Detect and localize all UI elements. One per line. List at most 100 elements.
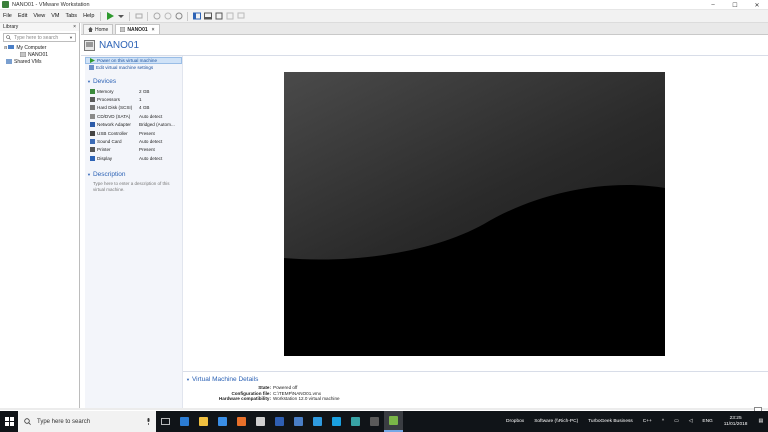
tree-item-shared-vms[interactable]: Shared VMs [0,58,79,65]
library-panel: Library × Type here to search ▼ ⊟ My Com… [0,23,80,408]
title-bar: NANO01 - VMware Workstation – ☐ ✕ [0,0,768,10]
thumbnail-bar-button[interactable] [203,12,212,21]
taskbar-app-vmware[interactable] [384,411,403,432]
search-icon [6,35,11,40]
tab-nano01[interactable]: NANO01 × [115,24,160,34]
network-icon[interactable]: ▭ [674,419,679,424]
taskbar-app-mail[interactable] [251,411,270,432]
maximize-button[interactable]: ☐ [724,0,746,10]
photos-icon [294,417,303,426]
menu-help[interactable]: Help [80,13,97,19]
device-row[interactable]: Processors 1 [85,95,182,103]
notifications-icon[interactable]: ▤ [758,419,763,424]
device-name: CD/DVD (SATA) [97,113,131,119]
taskbar-app-app-blue[interactable] [270,411,289,432]
collapse-icon[interactable]: ⊟ [4,45,7,50]
taskbar-app-firefox[interactable] [232,411,251,432]
unity-button[interactable] [225,12,234,21]
device-row[interactable]: USB Controller Present [85,129,182,137]
vm-screen-thumbnail [284,72,665,356]
description-field[interactable]: Type here to enter a description of this… [85,180,182,194]
tab-close-button[interactable]: × [152,27,155,33]
library-header: Library × [0,23,79,31]
clock-icon [153,12,161,20]
task-view-button[interactable] [156,411,175,432]
menu-file[interactable]: File [0,13,15,19]
taskbar-app-photos[interactable] [289,411,308,432]
device-name: Hard Disk (SCSI) [97,105,133,111]
library-search-placeholder: Type here to search [14,34,59,41]
device-row[interactable]: Sound Card Auto detect [85,137,182,145]
taskbar-search-box[interactable]: Type here to search [18,411,156,432]
close-button[interactable]: ✕ [746,0,768,10]
start-button[interactable] [0,411,18,432]
device-row[interactable]: Network Adapter Bridged (Autom... [85,121,182,129]
taskbar-app-app-teal[interactable] [346,411,365,432]
device-row[interactable]: Memory 2 GB [85,87,182,95]
vm-preview-screen[interactable] [284,72,665,356]
taskbar-app-edge[interactable] [175,411,194,432]
device-row[interactable]: Hard Disk (SCSI) 4 GB [85,104,182,112]
taskbar-app-store[interactable] [213,411,232,432]
windows-logo-icon [4,417,14,426]
details-section-header[interactable]: ▼ Virtual Machine Details [186,376,768,383]
vm-header: NANO01 [84,37,139,53]
device-name: Printer [97,147,111,153]
menu-edit[interactable]: Edit [15,13,30,19]
menu-view[interactable]: View [30,13,48,19]
device-row[interactable]: Display Auto detect [85,154,182,162]
microphone-icon[interactable] [146,418,151,425]
taskbar-clock[interactable]: 23:25 11/01/2018 [724,416,748,428]
taskbar-app-skype[interactable] [327,411,346,432]
library-search-input[interactable]: Type here to search ▼ [3,33,76,42]
device-value: 4 GB [139,105,150,111]
store-icon [218,417,227,426]
snapshot-button[interactable] [152,12,161,21]
tray-language[interactable]: ENG [702,419,712,424]
fullscreen-icon [215,12,223,20]
show-library-button[interactable] [192,12,201,21]
app-blue-icon [275,417,284,426]
device-name: Memory [97,88,114,94]
send-ctrl-alt-del-button[interactable] [134,12,143,21]
tab-bar: Home NANO01 × [81,23,768,35]
tree-item-my-computer[interactable]: ⊟ My Computer [0,44,79,51]
toolbar-separator [100,11,102,21]
menu-tabs[interactable]: Tabs [62,13,80,19]
tab-home[interactable]: Home [83,24,114,34]
device-value: Auto detect [139,139,163,145]
device-list: Memory 2 GB Processors 1 Hard Disk (SCSI) 4 G… [85,87,182,163]
power-on-vm-link[interactable]: Power on this virtual machine [85,57,182,64]
taskbar-app-file-explorer[interactable] [194,411,213,432]
menu-vm[interactable]: VM [48,13,62,19]
taskbar-apps [175,411,403,432]
library-close-button[interactable]: × [73,24,76,30]
tray-turbogeek[interactable]: TurboGeek Business [588,419,633,424]
tray-chevron-icon[interactable]: ^ [662,419,664,424]
devices-section-header[interactable]: ▼ Devices [87,78,182,85]
chevron-down-icon[interactable]: ▼ [69,35,73,40]
taskbar-search-placeholder: Type here to search [37,418,91,425]
description-section-header[interactable]: ▼ Description [87,171,182,178]
tray-cpp[interactable]: C++ [643,419,652,424]
minimize-button[interactable]: – [702,0,724,10]
revert-icon [164,12,172,20]
snapshot-manager-button[interactable] [174,12,183,21]
detail-key: Hardware compatibility: [218,396,271,401]
device-row[interactable]: Printer Present [85,146,182,154]
tree-item-nano01[interactable]: NANO01 [0,51,79,58]
console-view-button[interactable] [236,12,245,21]
vm-icon [84,39,95,51]
edit-vm-settings-link[interactable]: Edit virtual machine settings [85,64,182,71]
tray-software[interactable]: Software (\\Rich-PC) [534,419,578,424]
unity-icon [226,12,234,20]
device-row[interactable]: CD/DVD (SATA) Auto detect [85,112,182,120]
power-dropdown-button[interactable] [116,12,125,21]
full-screen-button[interactable] [214,12,223,21]
volume-icon[interactable]: ◁ [689,419,693,424]
taskbar-app-app-cloud[interactable] [308,411,327,432]
taskbar-app-app-terminal[interactable] [365,411,384,432]
power-on-button[interactable] [105,12,114,21]
revert-snapshot-button[interactable] [163,12,172,21]
tray-dropbox[interactable]: Dropbox [506,419,524,424]
